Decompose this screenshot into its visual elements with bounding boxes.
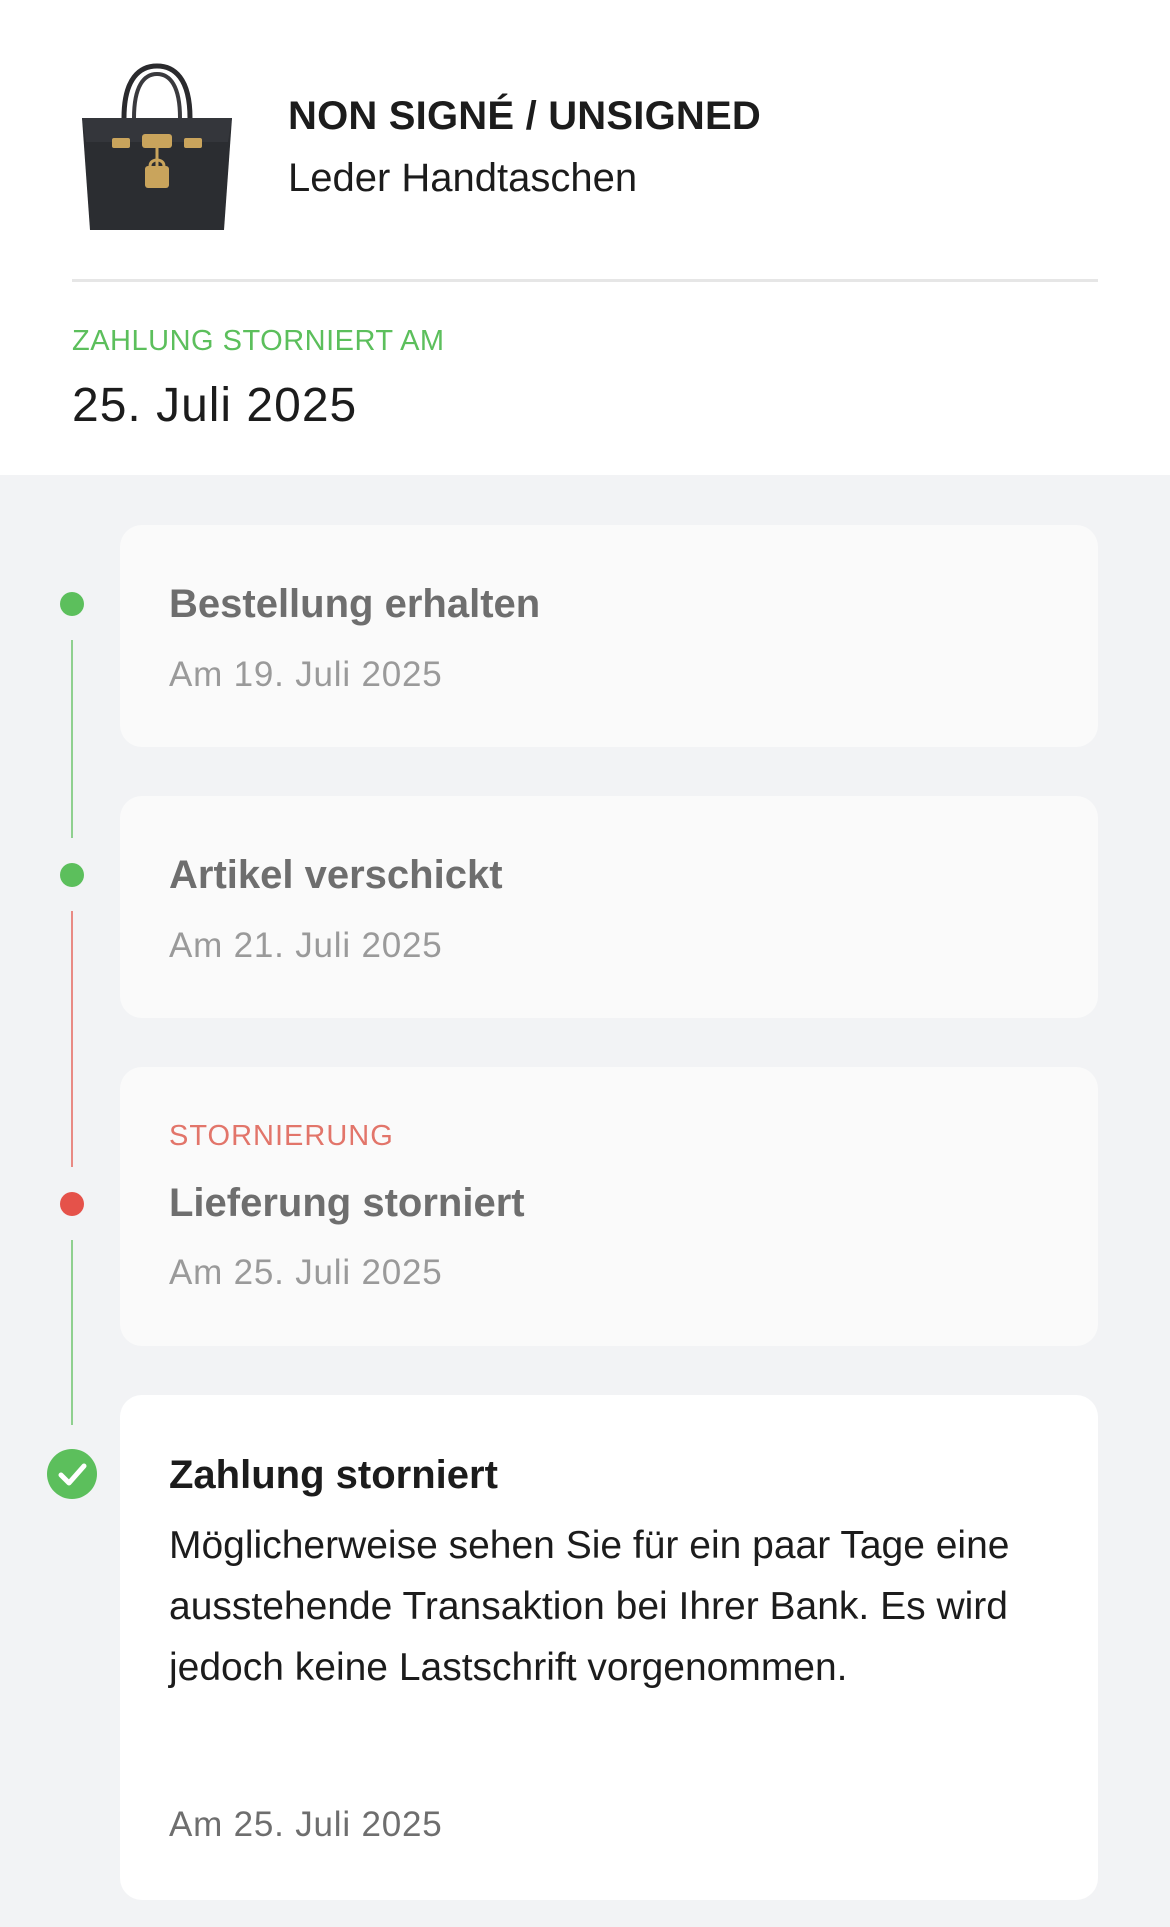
- step-tag: STORNIERUNG: [169, 1120, 394, 1152]
- product-category: Leder Handtaschen: [288, 156, 638, 200]
- timeline-dot-cancelled: [60, 1192, 84, 1216]
- step-date: Am 21. Juli 2025: [169, 926, 443, 965]
- timeline-card: Bestellung erhalten Am 19. Juli 2025: [120, 525, 1098, 747]
- timeline-connector: [71, 1240, 73, 1425]
- timeline-connector: [71, 640, 73, 838]
- status-label: ZAHLUNG STORNIERT AM: [72, 325, 445, 357]
- step-date: Am 25. Juli 2025: [169, 1805, 443, 1844]
- step-date: Am 25. Juli 2025: [169, 1253, 443, 1292]
- status-date: 25. Juli 2025: [72, 379, 358, 432]
- step-title: Bestellung erhalten: [169, 582, 541, 626]
- step-date: Am 19. Juli 2025: [169, 655, 443, 694]
- timeline-dot-done: [60, 592, 84, 616]
- timeline-card-current: Zahlung storniert Möglicherweise sehen S…: [120, 1395, 1098, 1900]
- step-title: Lieferung storniert: [169, 1181, 525, 1225]
- step-title: Artikel verschickt: [169, 853, 503, 897]
- step-description: Möglicherweise sehen Sie für ein paar Ta…: [169, 1524, 1010, 1689]
- black-handbag-icon: [82, 63, 232, 230]
- timeline-connector: [71, 911, 73, 1167]
- timeline-card: Artikel verschickt Am 21. Juli 2025: [120, 796, 1098, 1018]
- product-brand: NON SIGNÉ / UNSIGNED: [288, 94, 761, 138]
- timeline-card: STORNIERUNG Lieferung storniert Am 25. J…: [120, 1067, 1098, 1346]
- check-circle-icon: [47, 1449, 97, 1499]
- divider: [72, 279, 1098, 282]
- timeline-dot-done: [60, 863, 84, 887]
- order-header: NON SIGNÉ / UNSIGNED Leder Handtaschen Z…: [0, 0, 1170, 475]
- step-title: Zahlung storniert: [169, 1453, 498, 1497]
